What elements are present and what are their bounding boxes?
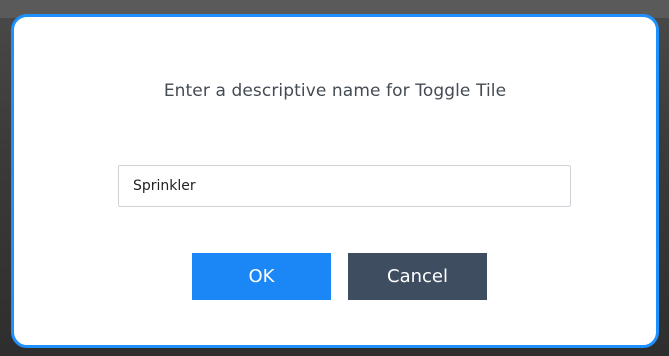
cancel-button[interactable]: Cancel — [348, 253, 487, 300]
dialog-prompt: Enter a descriptive name for Toggle Tile — [163, 81, 507, 101]
tile-name-input[interactable] — [118, 165, 571, 207]
rename-tile-dialog: Enter a descriptive name for Toggle Tile… — [11, 14, 659, 348]
ok-button[interactable]: OK — [192, 253, 331, 300]
